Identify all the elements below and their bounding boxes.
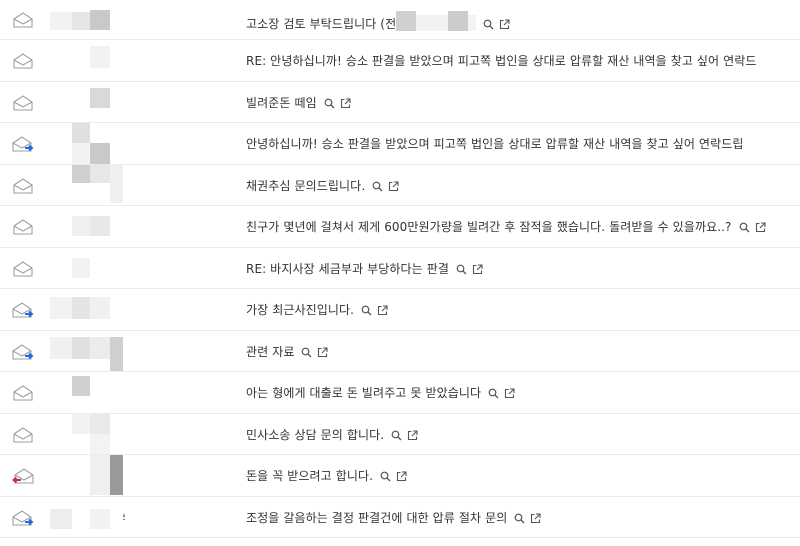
redacted-block xyxy=(396,11,417,31)
sender-redacted xyxy=(50,372,125,413)
sender-redacted: 9 xyxy=(50,455,125,496)
mail-row[interactable]: 안녕하십니까! 승소 판결을 받았으며 피고쪽 법인을 상대로 압류할 재산 내… xyxy=(0,123,800,165)
search-icon[interactable] xyxy=(391,430,402,441)
subject-text: RE: 안녕하십니까! 승소 판결을 받았으며 피고쪽 법인을 상대로 압류할 … xyxy=(246,54,757,68)
subject-text: 안녕하십니까! 승소 판결을 받았으며 피고쪽 법인을 상대로 압류할 재산 내… xyxy=(246,137,744,151)
mail-subject[interactable]: 고소장 검토 부탁드립니다 (전 xyxy=(246,11,510,32)
sender-name: 9 xyxy=(50,468,125,481)
mail-row[interactable]: se 조정을 갈음하는 결정 판결건에 대한 압류 절차 문의 xyxy=(0,497,800,538)
open-new-window-icon[interactable] xyxy=(340,97,351,109)
sender-redacted xyxy=(50,0,125,39)
sender-redacted xyxy=(50,206,125,247)
mail-subject[interactable]: 조정을 갈음하는 결정 판결건에 대한 압류 절차 문의 xyxy=(246,509,541,526)
mail-row[interactable]: 빌려준돈 떼임 xyxy=(0,82,800,123)
search-icon[interactable] xyxy=(514,513,525,524)
mail-row[interactable]: RE: 안녕하십니까! 승소 판결을 받았으며 피고쪽 법인을 상대로 압류할 … xyxy=(0,40,800,82)
subject-text: 조정을 갈음하는 결정 판결건에 대한 압류 절차 문의 xyxy=(246,510,508,525)
mail-row[interactable]: 아는 형에게 대출로 돈 빌려주고 못 받았습니다 xyxy=(0,372,800,414)
envelope-forwarded-icon xyxy=(12,302,34,318)
envelope-open-icon xyxy=(13,177,33,194)
sender-redacted xyxy=(50,289,125,330)
open-new-window-icon[interactable] xyxy=(504,388,515,399)
sender-redacted xyxy=(50,164,125,206)
envelope-open-icon xyxy=(13,426,33,443)
sender-redacted xyxy=(50,331,125,371)
open-new-window-icon[interactable] xyxy=(317,346,329,358)
envelope-replied-icon xyxy=(12,468,34,484)
subject-text: 친구가 몇년에 걸쳐서 제게 600만원가량을 빌려간 후 잠적을 했습니다. … xyxy=(246,220,732,234)
mail-row[interactable]: 고소장 검토 부탁드립니다 (전 xyxy=(0,0,800,40)
sender-redacted xyxy=(50,413,125,455)
mail-row[interactable]: 채권추심 문의드립니다. xyxy=(0,164,800,206)
subject-text: 돈을 꼭 받으려고 합니다. xyxy=(246,469,374,483)
subject-text: 채권추심 문의드립니다. xyxy=(246,178,366,193)
mail-row[interactable]: 친구가 몇년에 걸쳐서 제게 600만원가량을 빌려간 후 잠적을 했습니다. … xyxy=(0,206,800,248)
mail-subject[interactable]: 가장 최근사진입니다. xyxy=(246,301,388,318)
envelope-forwarded-icon xyxy=(12,136,34,152)
search-icon[interactable] xyxy=(380,471,391,482)
search-icon[interactable] xyxy=(739,222,750,233)
open-new-window-icon[interactable] xyxy=(377,305,388,316)
envelope-forwarded-icon xyxy=(12,343,34,360)
subject-text: 고소장 검토 부탁드립니다 (전 xyxy=(246,17,397,31)
search-icon[interactable] xyxy=(361,305,372,316)
envelope-forwarded-icon xyxy=(12,509,34,526)
mail-subject[interactable]: 아는 형에게 대출로 돈 빌려주고 못 받았습니다 xyxy=(246,384,515,401)
envelope-open-icon xyxy=(13,260,33,277)
mail-row[interactable]: 민사소송 상담 문의 합니다. xyxy=(0,413,800,455)
redacted-block xyxy=(448,11,469,31)
envelope-open-icon xyxy=(13,219,33,235)
search-icon[interactable] xyxy=(301,347,312,358)
envelope-open-icon xyxy=(13,12,33,28)
subject-text: 아는 형에게 대출로 돈 빌려주고 못 받았습니다 xyxy=(246,386,482,400)
sender-redacted xyxy=(50,248,125,289)
open-new-window-icon[interactable] xyxy=(472,263,483,275)
envelope-open-icon xyxy=(13,385,33,401)
sender-redacted xyxy=(50,82,125,123)
mail-subject[interactable]: 안녕하십니까! 승소 판결을 받았으며 피고쪽 법인을 상대로 압류할 재산 내… xyxy=(246,135,744,152)
mail-subject[interactable]: RE: 안녕하십니까! 승소 판결을 받았으며 피고쪽 법인을 상대로 압류할 … xyxy=(246,52,757,69)
sender-name: se xyxy=(50,510,126,523)
redacted-block xyxy=(416,15,449,31)
open-new-window-icon[interactable] xyxy=(530,512,541,524)
search-icon[interactable] xyxy=(483,19,494,30)
mail-subject[interactable]: 빌려준돈 떼임 xyxy=(246,94,351,111)
open-new-window-icon[interactable] xyxy=(407,429,418,441)
subject-text: 가장 최근사진입니다. xyxy=(246,303,355,317)
subject-text: 민사소송 상담 문의 합니다. xyxy=(246,427,385,442)
mail-subject[interactable]: 민사소송 상담 문의 합니다. xyxy=(246,426,418,443)
mail-list: 고소장 검토 부탁드립니다 (전 RE: 안녕하십니까! 승소 판결을 받았으며… xyxy=(0,0,800,538)
open-new-window-icon[interactable] xyxy=(396,471,407,482)
open-new-window-icon[interactable] xyxy=(499,19,510,30)
sender-redacted xyxy=(50,123,125,164)
mail-row[interactable]: RE: 바지사장 세금부과 부당하다는 판결 xyxy=(0,248,800,289)
sender-redacted: se xyxy=(50,497,125,538)
search-icon[interactable] xyxy=(488,388,499,399)
subject-text: 관련 자료 xyxy=(246,344,295,359)
search-icon[interactable] xyxy=(324,98,335,109)
subject-text: 빌려준돈 떼임 xyxy=(246,95,317,110)
search-icon[interactable] xyxy=(456,264,467,275)
open-new-window-icon[interactable] xyxy=(755,222,766,233)
mail-row[interactable]: 가장 최근사진입니다. xyxy=(0,289,800,331)
search-icon[interactable] xyxy=(372,181,383,192)
mail-row[interactable]: 관련 자료 xyxy=(0,331,800,372)
subject-text: RE: 바지사장 세금부과 부당하다는 판결 xyxy=(246,261,450,276)
sender-redacted xyxy=(50,40,125,81)
mail-subject[interactable]: 채권추심 문의드립니다. xyxy=(246,177,399,194)
mail-row[interactable]: 9 돈을 꼭 받으려고 합니다. xyxy=(0,455,800,497)
mail-subject[interactable]: RE: 바지사장 세금부과 부당하다는 판결 xyxy=(246,260,483,277)
open-new-window-icon[interactable] xyxy=(388,180,399,192)
redacted-block xyxy=(468,15,477,31)
envelope-open-icon xyxy=(13,94,33,111)
mail-subject[interactable]: 관련 자료 xyxy=(246,343,329,360)
mail-subject[interactable]: 친구가 몇년에 걸쳐서 제게 600만원가량을 빌려간 후 잠적을 했습니다. … xyxy=(246,218,766,235)
envelope-open-icon xyxy=(13,53,33,69)
mail-subject[interactable]: 돈을 꼭 받으려고 합니다. xyxy=(246,467,407,484)
